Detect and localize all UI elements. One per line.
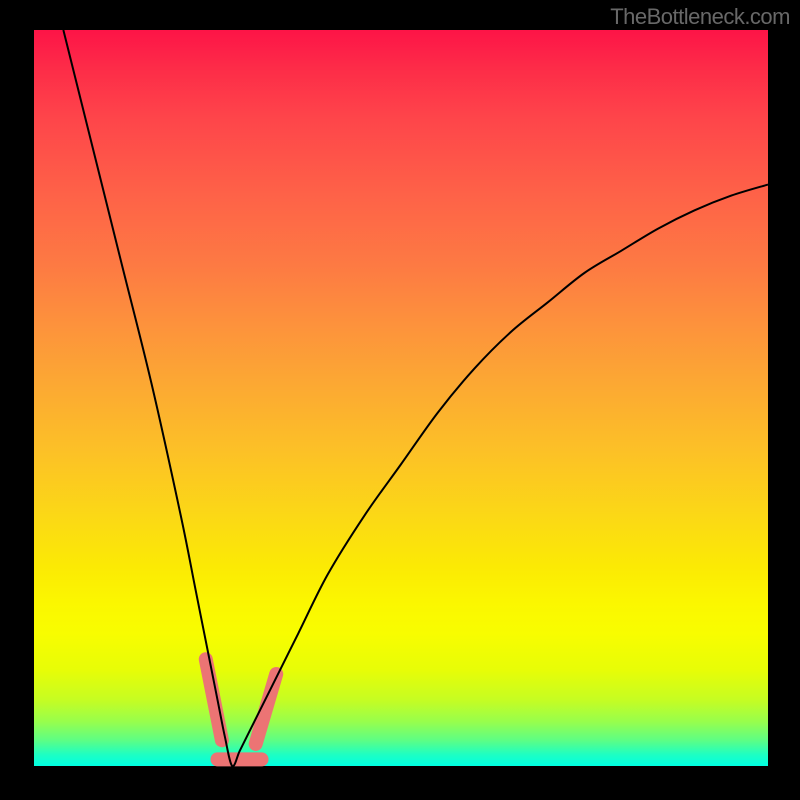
highlight-left-segment [206,659,222,740]
watermark-text: TheBottleneck.com [610,4,790,30]
plot-area [34,30,768,766]
curve-layer [34,30,768,766]
chart-frame: TheBottleneck.com [0,0,800,800]
bottleneck-curve [63,30,768,766]
